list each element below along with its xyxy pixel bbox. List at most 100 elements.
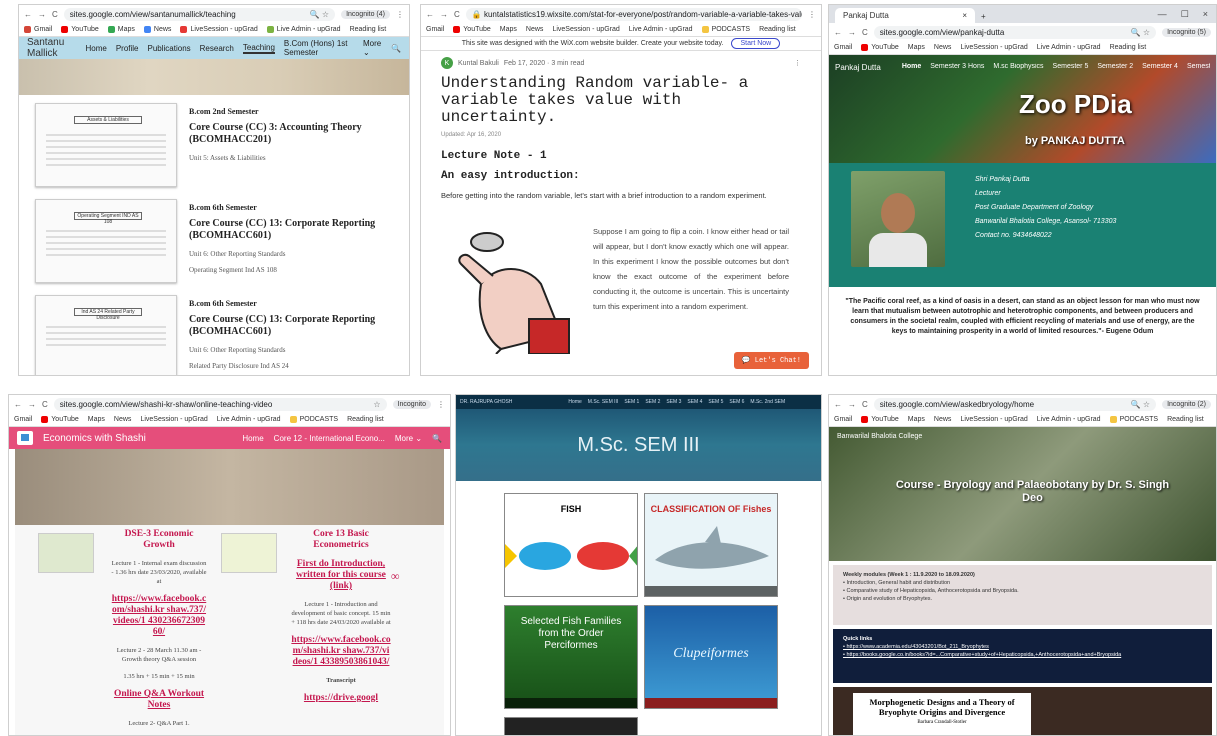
tab-pankaj-dutta[interactable]: Pankaj Dutta × [835, 8, 975, 23]
bookmark-podcasts[interactable]: PODCASTS [289, 416, 338, 423]
reading-list-button[interactable]: Reading list [350, 26, 387, 33]
nav-sem1[interactable]: SEM 1 [624, 399, 639, 405]
nav-semester3[interactable]: Semester 3 Hons [930, 63, 984, 72]
nav-sem3[interactable]: SEM 3 [666, 399, 681, 405]
search-icon[interactable]: 🔍 [391, 44, 401, 53]
forward-icon[interactable]: → [38, 10, 46, 19]
video-slide-card[interactable] [504, 717, 638, 735]
nav-sem2[interactable]: SEM 2 [645, 399, 660, 405]
start-now-button[interactable]: Start Now [731, 38, 781, 49]
bookmark-youtube[interactable]: YouTube [61, 26, 99, 33]
reading-list-button[interactable]: Reading list [1110, 44, 1147, 51]
search-icon[interactable]: 🔍 [432, 434, 442, 443]
nav-msc-biophysics[interactable]: M.sc Biophysics [993, 63, 1043, 72]
bookmark-gmail[interactable]: Gmail [24, 26, 52, 33]
document-thumbnail[interactable]: Operating Segment IND AS 108 [35, 199, 177, 283]
college-name[interactable]: Banwarilal Bhalotia College [837, 433, 922, 440]
link-icon[interactable]: ∞ [391, 529, 411, 735]
site-logo-icon[interactable] [17, 431, 33, 445]
maximize-icon[interactable]: ☐ [1181, 9, 1189, 20]
back-icon[interactable]: ← [426, 10, 434, 19]
bookmark-liveadmin[interactable]: Live Admin - upGrad [1037, 416, 1101, 423]
bookmark-gmail[interactable]: Gmail [14, 416, 32, 423]
bookmark-gmail[interactable]: Gmail [426, 26, 444, 33]
nav-semester2[interactable]: Semester 2 [1097, 63, 1133, 72]
classification-slide-card[interactable]: CLASSIFICATION OF Fishes [644, 493, 778, 597]
bookmark-gmail[interactable]: Gmail [834, 416, 852, 423]
bookmark-livesession[interactable]: LiveSession - upGrad [960, 44, 1027, 51]
site-title[interactable]: Pankaj Dutta [835, 63, 881, 72]
nav-sem5[interactable]: SEM 5 [708, 399, 723, 405]
forward-icon[interactable]: → [848, 400, 856, 409]
quick-link[interactable]: • https://www.academia.edu/43043201/Bot_… [843, 643, 1202, 651]
bookmark-maps[interactable]: Maps [908, 416, 925, 423]
slide-controls[interactable] [505, 698, 637, 708]
incognito-badge[interactable]: Incognito (4) [341, 9, 390, 19]
nav-msc-sem3[interactable]: M.Sc. SEM III [588, 399, 619, 405]
bookmark-livesession[interactable]: LiveSession - upGrad [960, 416, 1027, 423]
nav-home[interactable]: Home [568, 399, 581, 405]
document-thumbnail[interactable]: Ind AS 24 Related Party Disclosure [35, 295, 177, 375]
back-icon[interactable]: ← [834, 28, 842, 37]
back-icon[interactable]: ← [14, 400, 22, 409]
forward-icon[interactable]: → [848, 28, 856, 37]
document-thumbnail[interactable]: Assets & Liabilities [35, 103, 177, 187]
slide-controls[interactable] [645, 586, 777, 596]
reload-icon[interactable]: C [52, 10, 58, 19]
bookmark-livesession[interactable]: LiveSession - upGrad [140, 416, 207, 423]
bookmark-podcasts[interactable]: PODCASTS [701, 26, 750, 33]
avatar[interactable]: K [441, 57, 453, 69]
nav-semester5[interactable]: Semester 5 [1053, 63, 1089, 72]
new-tab-icon[interactable]: + [975, 12, 992, 23]
forward-icon[interactable]: → [28, 400, 36, 409]
close-window-icon[interactable]: × [1203, 9, 1208, 20]
address-bar[interactable]: sites.google.com/view/santanumallick/tea… [63, 7, 336, 21]
bookmark-liveadmin[interactable]: Live Admin - upGrad [217, 416, 281, 423]
menu-icon[interactable]: ⋮ [396, 10, 404, 19]
bookmark-youtube[interactable]: YouTube [453, 26, 491, 33]
bookmark-liveadmin[interactable]: Live Admin - upGrad [1037, 44, 1101, 51]
reading-list-button[interactable]: Reading list [759, 26, 796, 33]
address-bar[interactable]: sites.google.com/view/askedbryology/home… [873, 397, 1157, 411]
bookmark-news[interactable]: News [114, 416, 132, 423]
incognito-badge[interactable]: Incognito [392, 399, 431, 409]
facebook-video-link[interactable]: https://www.facebook.com/shashi.kr shaw.… [111, 594, 207, 638]
address-bar[interactable]: 🔒 kuntalstatistics19.wixsite.com/stat-fo… [465, 7, 802, 21]
bookmark-news[interactable]: News [143, 26, 171, 33]
nav-teaching[interactable]: Teaching [242, 43, 275, 54]
incognito-badge[interactable]: Incognito (5) [1162, 27, 1211, 37]
nav-profile[interactable]: Profile [116, 44, 139, 53]
nav-publications[interactable]: Publications [148, 44, 191, 53]
menu-icon[interactable]: ⋮ [437, 400, 445, 409]
nav-semester6[interactable]: Semester 6 [1187, 63, 1210, 72]
more-options-icon[interactable]: ⋮ [794, 59, 801, 67]
address-bar[interactable]: sites.google.com/view/pankaj-dutta 🔍 ☆ [873, 25, 1157, 39]
site-title[interactable]: DR. RAJRUPA GHOSH [460, 399, 512, 405]
site-title[interactable]: Santanu Mallick [27, 37, 76, 59]
bookmark-news[interactable]: News [934, 416, 952, 423]
incognito-badge[interactable]: Incognito (2) [1162, 399, 1211, 409]
bookmark-gmail[interactable]: Gmail [834, 44, 852, 51]
bookmark-liveadmin[interactable]: Live Admin - upGrad [266, 26, 341, 33]
menu-icon[interactable]: ⋮ [808, 10, 816, 19]
bookmark-maps[interactable]: Maps [107, 26, 135, 33]
nav-sem6[interactable]: SEM 6 [729, 399, 744, 405]
bookmark-maps[interactable]: Maps [908, 44, 925, 51]
nav-semester4[interactable]: Semester 4 [1142, 63, 1178, 72]
bookmark-news[interactable]: News [934, 44, 952, 51]
nav-bcom-first[interactable]: B.Com (Hons) 1st Semester [284, 39, 354, 57]
introduction-link[interactable]: First do Introduction, written for this … [291, 559, 391, 592]
bookmark-youtube[interactable]: YouTube [861, 416, 899, 423]
bookmark-livesession[interactable]: LiveSession - upGrad [180, 26, 258, 33]
nav-more[interactable]: More ⌄ [395, 434, 422, 443]
slide-controls[interactable] [645, 698, 777, 708]
bookmark-livesession[interactable]: LiveSession - upGrad [552, 26, 619, 33]
bookmark-star-icon[interactable]: ☆ [373, 400, 380, 409]
facebook-video-link[interactable]: https://www.facebook.com/shashi.kr shaw.… [291, 635, 391, 668]
forward-icon[interactable]: → [440, 10, 448, 19]
reload-icon[interactable]: C [42, 400, 48, 409]
nav-more[interactable]: More ⌄ [363, 39, 382, 57]
quick-link[interactable]: • https://books.google.co.in/books?id=..… [843, 651, 1202, 659]
paper-embed[interactable]: Morphogenetic Designs and a Theory of Br… [833, 687, 1212, 735]
drive-link[interactable]: https://drive.googl [291, 693, 391, 704]
